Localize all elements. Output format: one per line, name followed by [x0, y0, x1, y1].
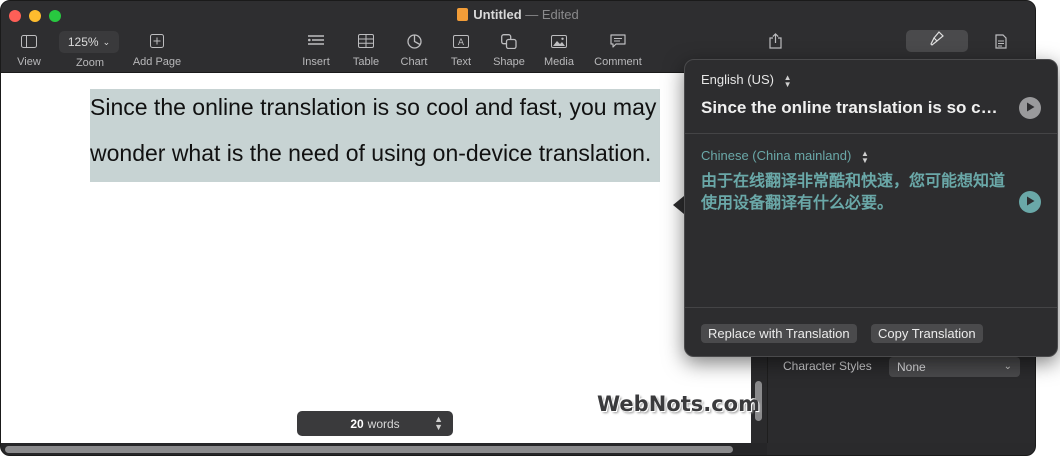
- up-down-chevron-icon: ▲ ▼: [783, 72, 792, 89]
- watermark-logo: WebNots.com: [597, 392, 760, 416]
- source-language-selector[interactable]: English (US) ▲ ▼: [701, 72, 792, 88]
- table-button[interactable]: Table: [348, 31, 384, 68]
- chevron-down-icon: ⌄: [102, 36, 111, 47]
- text-box-icon: A: [445, 31, 477, 51]
- popover-arrow: [673, 196, 684, 214]
- play-source-button[interactable]: [1019, 97, 1041, 119]
- play-icon: [1026, 99, 1035, 117]
- play-icon: [1026, 193, 1035, 211]
- photo-icon: [540, 31, 578, 51]
- svg-text:A: A: [458, 38, 465, 48]
- comment-button[interactable]: Comment: [589, 31, 647, 68]
- zoom-dropdown[interactable]: 125% ⌄: [59, 31, 119, 53]
- up-down-arrows-icon: ▲ ▼: [434, 414, 443, 432]
- replace-with-translation-button[interactable]: Replace with Translation: [701, 324, 857, 343]
- share-button[interactable]: [765, 31, 785, 51]
- document-line: wonder what is the need of using on-devi…: [90, 140, 652, 166]
- chevron-down-icon: ⌄: [1003, 361, 1012, 372]
- shape-icon: [489, 31, 529, 51]
- window-title: Untitled — Edited: [1, 7, 1035, 22]
- table-icon: [348, 31, 384, 51]
- paintbrush-icon: [930, 31, 944, 51]
- document-icon: [991, 31, 1011, 51]
- share-icon: [765, 31, 785, 51]
- view-button[interactable]: View: [11, 31, 47, 68]
- text-button[interactable]: A Text: [445, 31, 477, 68]
- document-body-text[interactable]: Since the online translation is so cool …: [90, 84, 680, 176]
- add-page-button[interactable]: Add Page: [129, 31, 185, 68]
- chart-button[interactable]: Chart: [396, 31, 432, 68]
- up-down-chevron-icon: ▲ ▼: [860, 148, 869, 165]
- character-styles-select[interactable]: None ⌄: [889, 357, 1020, 377]
- pie-chart-icon: [396, 31, 432, 51]
- pages-document-icon: [457, 8, 469, 21]
- sidebar-icon: [11, 31, 47, 51]
- translate-popover: English (US) ▲ ▼ Since the online transla…: [684, 59, 1058, 357]
- word-count-control[interactable]: 20 words ▲ ▼: [297, 411, 453, 436]
- format-button[interactable]: [906, 30, 968, 52]
- zoom-control[interactable]: 125% ⌄ Zoom: [59, 31, 121, 69]
- character-styles-label: Character Styles: [783, 359, 872, 373]
- popover-divider: [685, 133, 1057, 134]
- copy-translation-button[interactable]: Copy Translation: [871, 324, 983, 343]
- comment-icon: [589, 31, 647, 51]
- document-button[interactable]: [991, 31, 1011, 51]
- target-language-selector[interactable]: Chinese (China mainland) ▲ ▼: [701, 148, 869, 164]
- popover-divider: [685, 307, 1057, 308]
- plus-square-icon: [129, 31, 185, 51]
- translated-text: 由于在线翻译非常酷和快速，您可能想知道使用设备翻译有什么必要。: [701, 171, 1006, 212]
- insert-button[interactable]: Insert: [297, 31, 335, 68]
- media-button[interactable]: Media: [540, 31, 578, 68]
- play-translation-button[interactable]: [1019, 191, 1041, 213]
- document-line: Since the online translation is so cool …: [90, 94, 657, 120]
- insert-list-icon: [297, 31, 335, 51]
- source-text: Since the online translation is so cool …: [701, 98, 1006, 117]
- horizontal-scrollbar-thumb[interactable]: [5, 446, 733, 453]
- shape-button[interactable]: Shape: [489, 31, 529, 68]
